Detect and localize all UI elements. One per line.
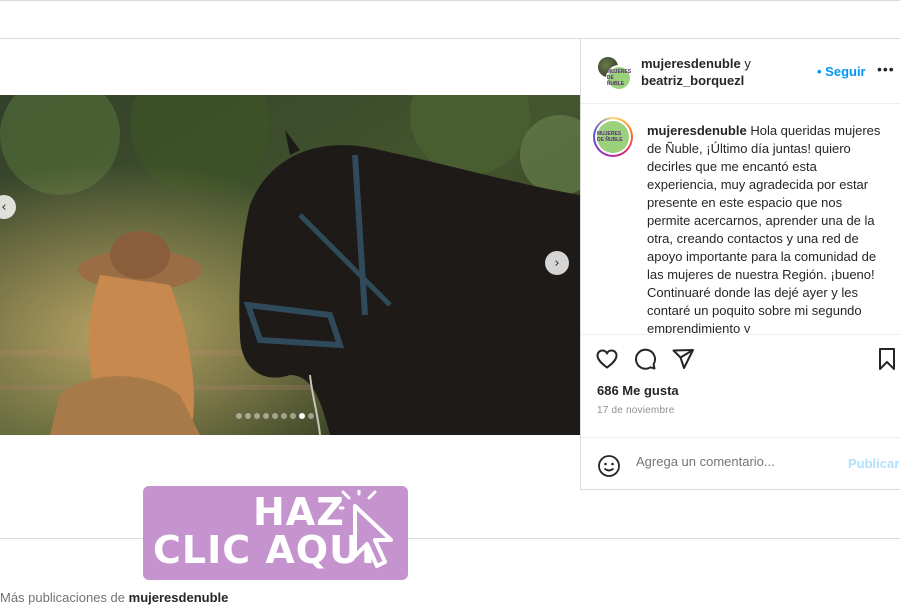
- more-posts-prefix: Más publicaciones de: [0, 590, 126, 605]
- collab-names: mujeresdenuble y beatriz_borquezl: [641, 55, 751, 89]
- avatar: MUJERES DE ÑUBLE: [606, 65, 632, 91]
- carousel-next-button[interactable]: ›: [545, 251, 569, 275]
- carousel-dot: [263, 413, 269, 419]
- post-photo[interactable]: [0, 95, 580, 435]
- carousel-dot: [245, 413, 251, 419]
- chevron-right-icon: ›: [554, 255, 560, 271]
- carousel-dot: [308, 413, 314, 419]
- post-header: MUJERES DE ÑUBLE mujeresdenuble y beatri…: [581, 39, 900, 104]
- more-icon[interactable]: •••: [877, 61, 895, 77]
- likes-count[interactable]: 686 Me gusta: [597, 383, 679, 398]
- chevron-left-icon: ‹: [1, 199, 7, 215]
- caption: mujeresdenuble Hola queridas mujeres de …: [647, 122, 887, 333]
- post-dialog: ‹ › MUJERES DE ÑUBLE mujeresdenuble y be…: [0, 38, 900, 490]
- carousel-dot: [236, 413, 242, 419]
- carousel-dots: [236, 413, 314, 419]
- post-date: 17 de noviembre: [597, 405, 675, 416]
- username-link[interactable]: mujeresdenuble: [641, 56, 741, 71]
- comment-input[interactable]: [636, 454, 836, 469]
- conjunction: y: [744, 56, 751, 71]
- heart-icon[interactable]: [595, 347, 619, 371]
- more-posts-username[interactable]: mujeresdenuble: [129, 590, 229, 605]
- emoji-icon[interactable]: [597, 454, 621, 483]
- top-divider: [0, 0, 900, 1]
- post-sidebar: MUJERES DE ÑUBLE mujeresdenuble y beatri…: [581, 39, 900, 490]
- carousel-dot: [299, 413, 305, 419]
- comment-icon[interactable]: [633, 347, 657, 371]
- carousel-dot: [272, 413, 278, 419]
- publish-button[interactable]: Publicar: [848, 456, 899, 471]
- post-actions: 686 Me gusta 17 de noviembre Publicar: [581, 334, 900, 489]
- collab-avatars[interactable]: MUJERES DE ÑUBLE: [596, 55, 632, 91]
- caption-username[interactable]: mujeresdenuble: [647, 123, 747, 138]
- section-divider: [0, 538, 900, 539]
- cursor-click-icon: [335, 486, 403, 575]
- click-here-banner[interactable]: HAZ CLIC AQUÍ: [143, 486, 408, 580]
- horse-woman-photo: [0, 95, 580, 435]
- username-link[interactable]: beatriz_borquezl: [641, 73, 744, 88]
- follow-button[interactable]: • Seguir: [817, 64, 866, 79]
- comment-bar: Publicar: [581, 437, 900, 490]
- share-icon[interactable]: [671, 347, 695, 371]
- more-posts-heading: Más publicaciones de mujeresdenuble: [0, 590, 228, 605]
- post-media: ‹ ›: [0, 39, 581, 490]
- caption-area: MUJERES DE ÑUBLE mujeresdenuble Hola que…: [581, 105, 900, 333]
- avatar[interactable]: MUJERES DE ÑUBLE: [593, 117, 633, 157]
- avatar-logo: MUJERES DE ÑUBLE: [597, 121, 629, 153]
- carousel-dot: [254, 413, 260, 419]
- carousel-dot: [281, 413, 287, 419]
- caption-text: Hola queridas mujeres de Ñuble, ¡Último …: [647, 123, 881, 333]
- bookmark-icon[interactable]: [877, 347, 897, 371]
- carousel-dot: [290, 413, 296, 419]
